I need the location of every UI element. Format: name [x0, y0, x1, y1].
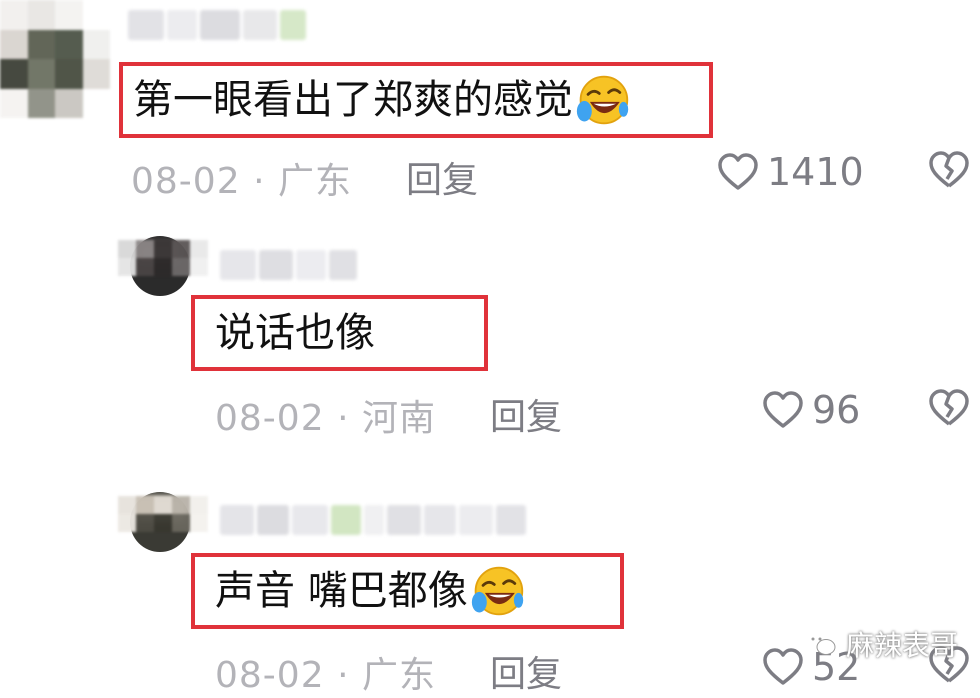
comment-highlight-box: 说话也像 [191, 295, 488, 371]
heart-outline-icon [718, 153, 758, 190]
reply-button[interactable]: 回复 [490, 645, 562, 697]
comment-region: 河南 [361, 398, 436, 439]
username-blurred[interactable] [220, 250, 357, 280]
avatar-blurred[interactable] [0, 0, 110, 118]
comment-date: 08-02 [215, 398, 325, 439]
broken-heart-icon[interactable] [928, 150, 970, 190]
comment-date: 08-02 [131, 161, 241, 202]
heart-outline-icon [763, 648, 803, 685]
comment-text: 声音 嘴巴都像 [215, 568, 468, 614]
comment-text: 说话也像 [215, 310, 375, 356]
comment-text: 第一眼看出了郑爽的感觉 [133, 77, 573, 123]
wechat-logo-icon [804, 630, 836, 655]
like-button[interactable]: 1410 [717, 150, 864, 194]
heart-outline-icon [763, 391, 803, 428]
laughing-crying-emoji-icon [471, 566, 523, 616]
username-blurred[interactable] [128, 10, 306, 40]
like-button[interactable]: 96 [762, 388, 860, 432]
separator-dot: · [337, 398, 350, 439]
reply-button[interactable]: 回复 [406, 151, 478, 203]
comment-date-region: 08-02 · 广东 [215, 646, 436, 698]
comment-highlight-box: 声音 嘴巴都像 [191, 553, 624, 629]
username-blurred[interactable] [220, 505, 526, 535]
watermark-text: 麻辣表哥 [845, 629, 958, 662]
like-count: 96 [812, 388, 861, 432]
comment-highlight-box: 第一眼看出了郑爽的感觉 [119, 62, 713, 138]
comment-region: 广东 [277, 161, 352, 202]
comment-date-region: 08-02 · 广东 [131, 152, 352, 204]
watermark: 麻辣表哥 [804, 624, 958, 664]
broken-heart-icon[interactable] [928, 388, 970, 428]
like-count: 1410 [767, 150, 864, 194]
separator-dot: · [253, 161, 266, 202]
avatar-blurred-overlay [118, 240, 208, 276]
reply-button[interactable]: 回复 [490, 388, 562, 440]
laughing-crying-emoji-icon [576, 75, 629, 125]
comment-date-region: 08-02 · 河南 [215, 389, 436, 441]
avatar-blurred-overlay [118, 496, 208, 532]
